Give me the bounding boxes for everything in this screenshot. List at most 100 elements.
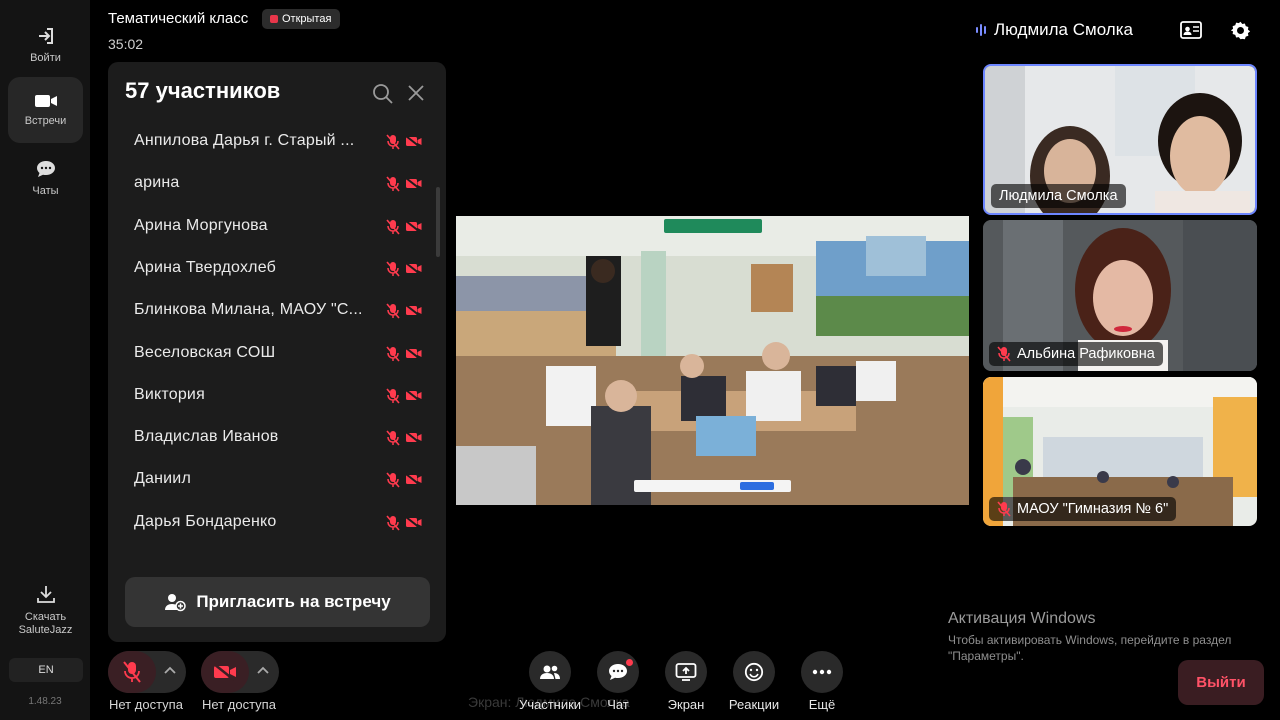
participant-name: Веселовская СОШ [134, 343, 276, 361]
rail-download-button[interactable]: Скачать SaluteJazz [8, 580, 83, 640]
rail-login-label: Войти [30, 51, 61, 64]
microphone-status-label: Нет доступа [109, 697, 183, 712]
mic-off-icon [386, 219, 400, 235]
camera-off-icon [405, 219, 422, 233]
reactions-button[interactable]: Реакции [723, 651, 785, 712]
invite-label: Пригласить на встречу [196, 592, 391, 611]
more-button-circle[interactable] [801, 651, 843, 693]
reactions-button-label: Реакции [728, 697, 780, 712]
language-switch[interactable]: EN [9, 658, 83, 682]
chevron-up-icon[interactable] [256, 664, 270, 678]
participant-name: Анпилова Дарья г. Старый ... [134, 132, 355, 149]
invite-button[interactable]: Пригласить на встречу [125, 577, 430, 627]
mic-off-icon [386, 388, 400, 404]
participant-name: Виктория [134, 385, 205, 403]
participant-mic-status [386, 176, 400, 197]
video-tile-participant[interactable]: Альбина Рафиковна [983, 220, 1257, 371]
leave-button[interactable]: Выйти [1178, 660, 1264, 705]
mic-off-icon [386, 134, 400, 150]
chat-button[interactable]: Чат [587, 651, 649, 712]
active-speaker: Людмила Смолка [976, 20, 1133, 40]
gear-icon[interactable] [1230, 20, 1251, 41]
mic-off-icon [386, 345, 400, 362]
participant-name: Арина Твердохлеб [134, 258, 276, 276]
layout-view-icon[interactable] [1180, 21, 1202, 39]
chat-button-label: Чат [607, 697, 629, 712]
screen-share-button[interactable]: Экран [655, 651, 717, 712]
participant-row[interactable]: Виктория [108, 376, 428, 418]
chat-bubble-icon [36, 160, 55, 177]
participants-button-circle[interactable] [529, 651, 571, 693]
rail-chats-label: Чаты [32, 184, 59, 197]
tile-participant-name: Альбина Рафиковна [1017, 346, 1155, 362]
participant-camera-status [405, 473, 422, 491]
mic-off-icon [386, 472, 400, 488]
participant-camera-status [405, 177, 422, 195]
participant-row[interactable]: Блинкова Милана, МАОУ "С... [108, 291, 428, 333]
participant-row[interactable]: Даниил [108, 460, 428, 502]
participant-row[interactable]: Анпилова Дарья г. Старый ... [108, 122, 428, 164]
participant-mic-status [386, 261, 400, 282]
stop-sharing-button[interactable] [740, 482, 774, 490]
rail-chats-button[interactable]: Чаты [8, 145, 83, 211]
chat-button-circle[interactable] [597, 651, 639, 693]
participants-icon [540, 665, 560, 679]
participant-row[interactable]: Арина Моргунова [108, 207, 428, 249]
participant-row[interactable]: Веселовская СОШ [108, 334, 428, 376]
participant-mic-status [386, 303, 400, 324]
shared-screen-video [456, 216, 969, 505]
screen-share-button-label: Экран [667, 697, 705, 712]
close-icon[interactable] [407, 84, 425, 102]
participant-mic-status [386, 134, 400, 155]
participants-button[interactable]: Участники [519, 651, 581, 712]
participant-camera-status [405, 219, 422, 238]
participant-mic-status [386, 515, 400, 536]
participant-camera-status [405, 515, 422, 534]
unread-dot [626, 659, 633, 666]
participant-row[interactable]: арина [108, 164, 428, 206]
rail-login-button[interactable]: Войти [8, 12, 83, 78]
chevron-up-icon[interactable] [163, 664, 177, 678]
participant-mic-status [386, 388, 400, 409]
mic-off-icon [386, 515, 400, 531]
participant-mic-status [386, 345, 400, 367]
mic-off-icon [123, 661, 141, 683]
camera-off-icon [405, 262, 422, 275]
screen-share-icon [675, 663, 697, 681]
participants-scrollbar[interactable] [436, 187, 440, 257]
screen-share-button-circle[interactable] [665, 651, 707, 693]
camera-off-icon [213, 663, 236, 681]
participant-name: Владислав Иванов [134, 428, 279, 446]
reactions-button-circle[interactable] [733, 651, 775, 693]
participant-name: арина [134, 174, 180, 192]
speaking-indicator-icon [976, 24, 986, 36]
mic-off-icon [386, 176, 400, 192]
more-button[interactable]: Ещё [791, 651, 853, 712]
participant-row[interactable]: Владислав Иванов [108, 418, 428, 460]
camera-toggle-button[interactable] [201, 651, 249, 693]
add-user-icon [165, 594, 187, 612]
video-tile-participant[interactable]: МАОУ "Гимназия № 6" [983, 377, 1257, 526]
search-icon[interactable] [372, 83, 394, 105]
camera-off-icon [405, 389, 422, 402]
participant-mic-status [386, 430, 400, 451]
more-icon [812, 669, 832, 675]
participant-camera-status [405, 304, 422, 322]
video-tile-speaker[interactable]: Людмила Смолка [983, 64, 1257, 215]
rail-meetings-button[interactable]: Встречи [8, 77, 83, 143]
microphone-control[interactable] [108, 651, 186, 693]
participant-row[interactable]: Дарья Бондаренко [108, 503, 428, 545]
participant-row[interactable]: Арина Твердохлеб [108, 249, 428, 291]
microphone-toggle-button[interactable] [108, 651, 156, 693]
participant-name: Блинкова Милана, МАОУ "С... [134, 301, 363, 319]
participant-name: Арина Моргунова [134, 216, 268, 234]
tile-participant-name: Людмила Смолка [999, 188, 1118, 204]
screen-share-banner [664, 219, 762, 233]
left-rail: Войти Встречи Чаты Скачать SaluteJazz EN… [0, 0, 90, 720]
participant-mic-status [386, 219, 400, 240]
classroom-video-frame [456, 216, 969, 505]
mic-off-icon [386, 430, 400, 446]
camera-off-icon [405, 346, 422, 360]
rail-download-label: Скачать SaluteJazz [18, 611, 73, 636]
camera-control[interactable] [201, 651, 279, 693]
